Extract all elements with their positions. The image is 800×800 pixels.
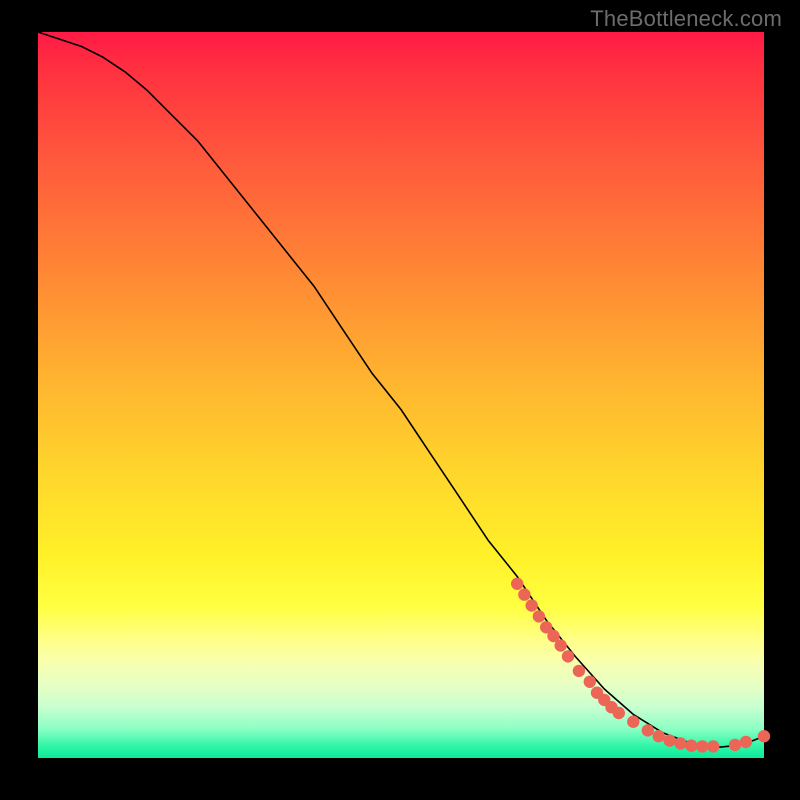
data-marker <box>740 736 752 748</box>
data-marker <box>533 610 545 622</box>
chart-stage: TheBottleneck.com <box>0 0 800 800</box>
data-marker <box>707 740 719 752</box>
data-marker <box>562 650 574 662</box>
plot-area <box>38 32 764 758</box>
data-marker <box>613 707 625 719</box>
data-marker <box>758 730 770 742</box>
data-marker <box>555 639 567 651</box>
watermark-text: TheBottleneck.com <box>590 6 782 32</box>
data-marker <box>526 599 538 611</box>
data-marker <box>627 716 639 728</box>
data-marker <box>685 740 697 752</box>
data-marker <box>663 734 675 746</box>
data-markers <box>511 578 770 753</box>
curve-svg <box>38 32 764 758</box>
bottleneck-curve <box>38 32 764 747</box>
data-marker <box>518 588 530 600</box>
data-marker <box>653 730 665 742</box>
data-marker <box>642 724 654 736</box>
data-marker <box>573 665 585 677</box>
data-marker <box>511 578 523 590</box>
data-marker <box>696 740 708 752</box>
data-marker <box>584 676 596 688</box>
data-marker <box>674 737 686 749</box>
data-marker <box>729 739 741 751</box>
